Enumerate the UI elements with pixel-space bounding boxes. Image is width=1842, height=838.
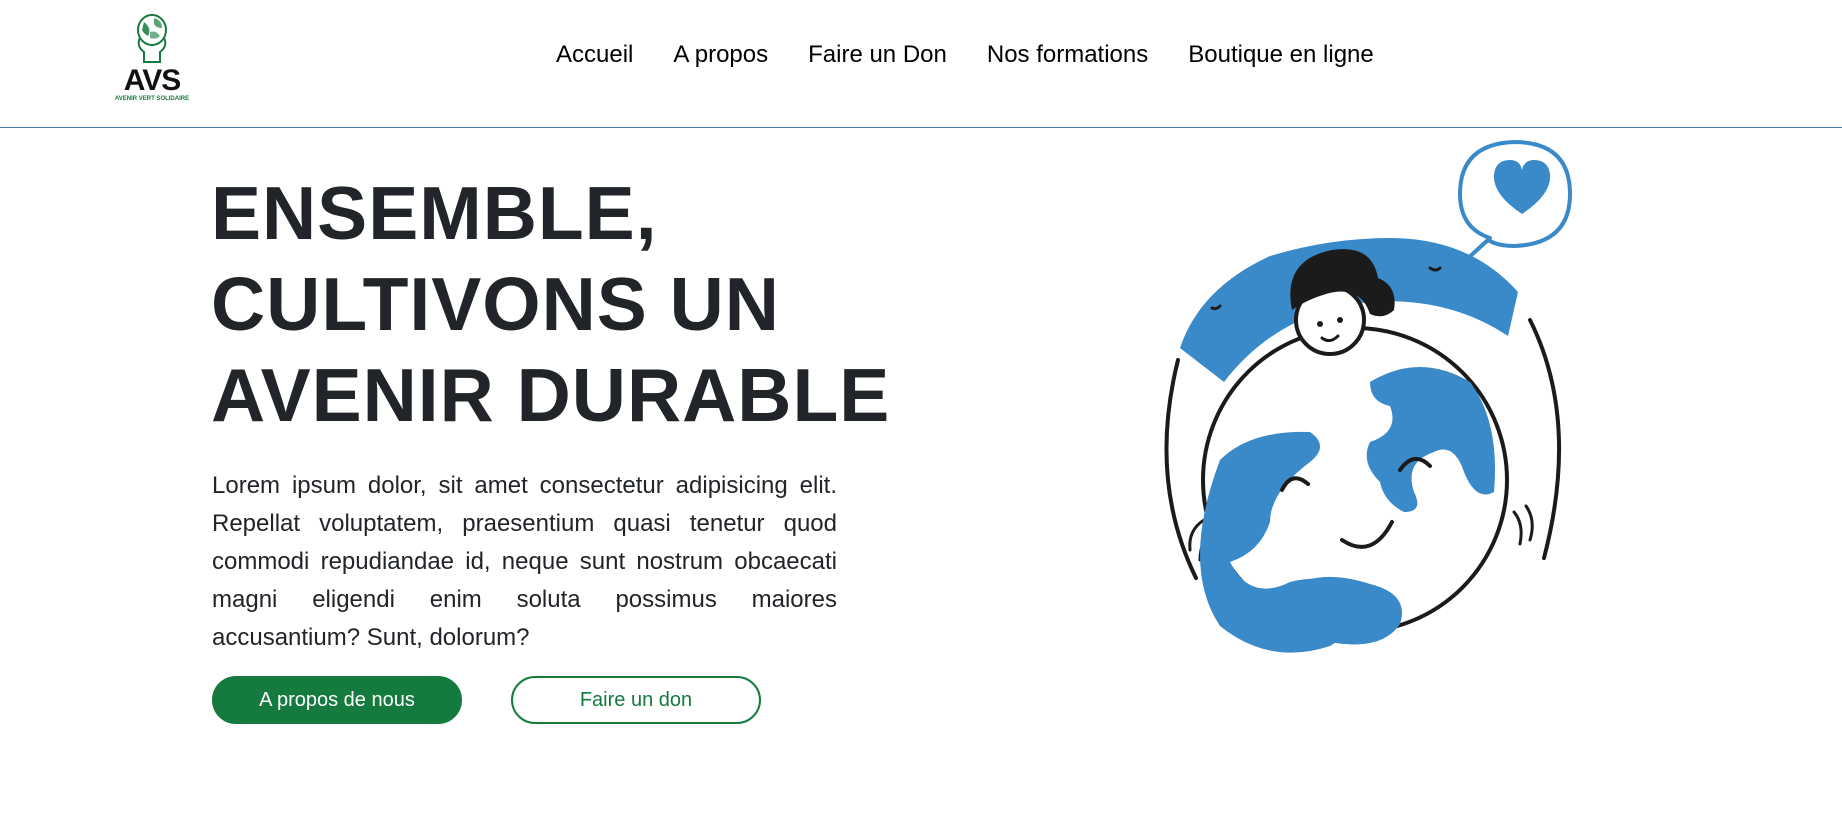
earth-globe — [1200, 326, 1509, 653]
nav-item-accueil[interactable]: Accueil — [556, 40, 633, 70]
main-nav: Accueil A propos Faire un Don Nos format… — [556, 40, 1414, 70]
hero-title-line-1: ENSEMBLE, — [211, 171, 658, 255]
logo-globe-icon — [137, 14, 167, 63]
logo-tagline: AVENIR VERT SOLIDAIRE — [115, 96, 189, 102]
hero-title-line-3: AVENIR DURABLE — [211, 353, 891, 437]
nav-item-nos-formations[interactable]: Nos formations — [987, 40, 1148, 70]
person-hugging-earth-illustration — [1164, 140, 1572, 653]
hero-title: ENSEMBLE, CULTIVONS UN AVENIR DURABLE — [211, 168, 931, 441]
logo-letters: AVS — [124, 64, 180, 97]
hero-description: Lorem ipsum dolor, sit amet consectetur … — [212, 472, 837, 651]
navbar: AVS AVENIR VERT SOLIDAIRE Accueil A prop… — [0, 0, 1842, 128]
donate-button[interactable]: Faire un don — [511, 676, 761, 724]
hero-title-line-2: CULTIVONS UN — [211, 262, 780, 346]
nav-item-boutique-en-ligne[interactable]: Boutique en ligne — [1188, 40, 1373, 70]
nav-item-a-propos[interactable]: A propos — [673, 40, 768, 70]
heart-speech-bubble-icon — [1458, 140, 1572, 262]
about-us-button[interactable]: A propos de nous — [212, 676, 462, 724]
avs-logo[interactable]: AVS AVENIR VERT SOLIDAIRE — [110, 8, 194, 104]
nav-item-faire-un-don[interactable]: Faire un Don — [808, 40, 947, 70]
